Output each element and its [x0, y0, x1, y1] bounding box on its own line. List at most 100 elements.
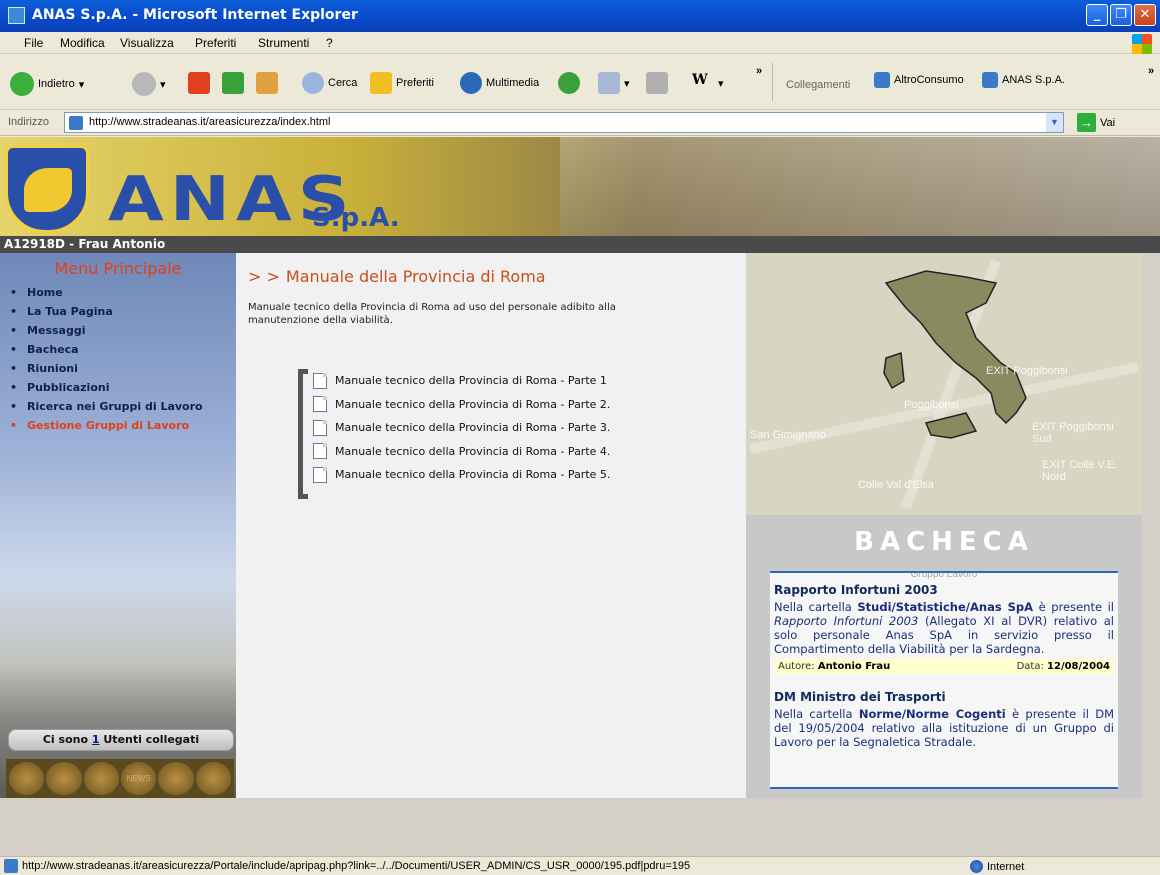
menu-item-gestione-gruppi[interactable]: Gestione Gruppi di Lavoro	[10, 416, 203, 435]
stop-icon	[188, 72, 210, 94]
back-button[interactable]: Indietro ▾	[10, 72, 84, 96]
bacheca-item-heading[interactable]: Rapporto Infortuni 2003	[774, 583, 1114, 597]
menu-item-riunioni[interactable]: Riunioni	[10, 359, 203, 378]
close-button[interactable]: ✕	[1134, 4, 1156, 26]
author-name: Antonio Frau	[817, 661, 891, 672]
address-input[interactable]: http://www.stradeanas.it/areasicurezza/i…	[64, 112, 1064, 133]
menu-item-messaggi[interactable]: Messaggi	[10, 321, 203, 340]
list-bracket-top	[298, 369, 308, 374]
bacheca-item: Rapporto Infortuni 2003 Nella cartella S…	[770, 581, 1118, 674]
map-label: EXIT Colle V.E. Nord	[1042, 459, 1118, 483]
history-icon	[558, 72, 580, 94]
map-label: EXIT Poggibonsi	[986, 365, 1068, 377]
document-link[interactable]: Manuale tecnico della Provincia di Roma …	[309, 416, 698, 440]
web-page: ANAS S.p.A. A12918D - Frau Antonio Menu …	[0, 137, 1160, 856]
menu-file[interactable]: File	[24, 36, 43, 50]
multimedia-icon	[460, 72, 482, 94]
security-zone: Internet	[970, 860, 1024, 873]
star-icon	[370, 72, 392, 94]
document-icon	[313, 419, 327, 436]
menu-title: Menu Principale	[54, 259, 182, 278]
search-label: Cerca	[328, 77, 358, 89]
forward-dropdown-icon[interactable]: ▾	[160, 78, 166, 91]
users-online-count[interactable]: 1	[92, 733, 100, 746]
address-url[interactable]: http://www.stradeanas.it/areasicurezza/i…	[89, 116, 331, 128]
quick-icons-strip: NEWS	[6, 759, 234, 798]
users-online-suffix: Utenti collegati	[103, 733, 200, 746]
toolbar-overflow-icon[interactable]: »	[756, 65, 762, 77]
menu-strumenti[interactable]: Strumenti	[258, 36, 309, 50]
document-label: Manuale tecnico della Provincia di Roma …	[335, 397, 611, 411]
menu-visualizza[interactable]: Visualizza	[120, 36, 174, 50]
link-altroconsumo[interactable]: AltroConsumo	[874, 72, 964, 88]
search-button[interactable]: Cerca	[302, 72, 357, 94]
italy-silhouette-icon	[883, 270, 1027, 439]
map-label: Poggibonsi	[904, 399, 959, 411]
document-label: Manuale tecnico della Provincia di Roma …	[335, 468, 611, 482]
back-dropdown-icon[interactable]: ▾	[79, 78, 85, 91]
ie-icon	[8, 7, 25, 24]
home-button[interactable]	[256, 72, 278, 94]
mail-button[interactable]: ▾	[598, 72, 630, 94]
menu-item-home[interactable]: Home	[10, 283, 203, 302]
menu-item-pubblicazioni[interactable]: Pubblicazioni	[10, 378, 203, 397]
document-link[interactable]: Manuale tecnico della Provincia di Roma …	[309, 440, 698, 464]
forward-button[interactable]: ▾	[132, 72, 166, 96]
main-menu: Home La Tua Pagina Messaggi Bacheca Riun…	[10, 283, 203, 435]
bacheca-item-heading[interactable]: DM Ministro dei Trasporti	[774, 690, 1114, 704]
go-button[interactable]: → Vai	[1077, 113, 1115, 132]
bacheca-item-text: Nella cartella Studi/Statistiche/Anas Sp…	[774, 600, 1115, 656]
favorites-button[interactable]: Preferiti	[370, 72, 434, 94]
map-label: EXIT Poggibonsi Sud	[1032, 421, 1114, 445]
right-sidebar: EXIT Poggibonsi Poggibonsi San Gimignano…	[746, 253, 1142, 798]
link-anas[interactable]: ANAS S.p.A.	[982, 72, 1065, 88]
toolbar: Indietro ▾ ▾ Cerca Preferiti Multimedia …	[0, 55, 1160, 110]
document-link[interactable]: Manuale tecnico della Provincia di Roma …	[309, 369, 698, 393]
double-chevron-icon: > >	[248, 267, 280, 286]
document-link[interactable]: Manuale tecnico della Provincia di Roma …	[309, 463, 698, 487]
stop-button[interactable]	[188, 72, 210, 94]
links-overflow-icon[interactable]: »	[1148, 65, 1154, 77]
edit-button[interactable]: W ▾	[692, 72, 724, 94]
document-list: Manuale tecnico della Provincia di Roma …	[298, 369, 698, 499]
bacheca-box[interactable]: Gruppo Lavoro Rapporto Infortuni 2003 Ne…	[770, 571, 1118, 789]
refresh-button[interactable]	[222, 72, 244, 94]
refresh-icon	[222, 72, 244, 94]
mail-dropdown-icon[interactable]: ▾	[624, 77, 630, 90]
menu-item-la-tua-pagina[interactable]: La Tua Pagina	[10, 302, 203, 321]
minimize-button[interactable]: _	[1086, 4, 1108, 26]
write-icon[interactable]	[158, 762, 194, 795]
news-icon[interactable]: NEWS	[120, 762, 157, 795]
people-icon[interactable]	[46, 762, 82, 795]
ie-page-icon	[982, 72, 998, 88]
document-icon	[313, 466, 327, 483]
edit-dropdown-icon[interactable]: ▾	[718, 77, 724, 90]
maximize-button[interactable]: ❐	[1110, 4, 1132, 26]
bacheca-item-meta: Autore: Antonio Frau Data: 12/08/2004	[774, 659, 1114, 674]
menu-modifica[interactable]: Modifica	[60, 36, 105, 50]
history-button[interactable]	[558, 72, 580, 94]
banner-road-image	[560, 137, 1160, 236]
menu-item-bacheca[interactable]: Bacheca	[10, 340, 203, 359]
bacheca-item-text: Nella cartella Norme/Norme Cogenti è pre…	[774, 707, 1115, 749]
search-icon	[302, 72, 324, 94]
address-dropdown-icon[interactable]: ▼	[1046, 113, 1063, 132]
menu-help[interactable]: ?	[326, 36, 333, 50]
page-title-text: Manuale della Provincia di Roma	[285, 267, 546, 286]
windows-logo-icon	[1132, 34, 1152, 54]
go-arrow-icon: →	[1077, 113, 1096, 132]
window-title-bar[interactable]: ANAS S.p.A. - Microsoft Internet Explore…	[0, 0, 1160, 32]
date-value: 12/08/2004	[1047, 661, 1110, 672]
user-icon[interactable]	[83, 762, 119, 795]
menu-preferiti[interactable]: Preferiti	[195, 36, 236, 50]
print-button[interactable]	[646, 72, 668, 94]
users-online-prefix: Ci sono	[42, 733, 89, 746]
folder-icon[interactable]	[195, 762, 231, 795]
menu-bar: File Modifica Visualizza Preferiti Strum…	[0, 32, 1160, 54]
users-online-box: Ci sono 1 Utenti collegati	[8, 729, 234, 751]
menu-item-ricerca-gruppi[interactable]: Ricerca nei Gruppi di Lavoro	[10, 397, 203, 416]
documents-icon[interactable]	[9, 762, 45, 795]
document-link[interactable]: Manuale tecnico della Provincia di Roma …	[309, 393, 698, 417]
multimedia-button[interactable]: Multimedia	[460, 72, 539, 94]
security-zone-label: Internet	[987, 860, 1025, 873]
